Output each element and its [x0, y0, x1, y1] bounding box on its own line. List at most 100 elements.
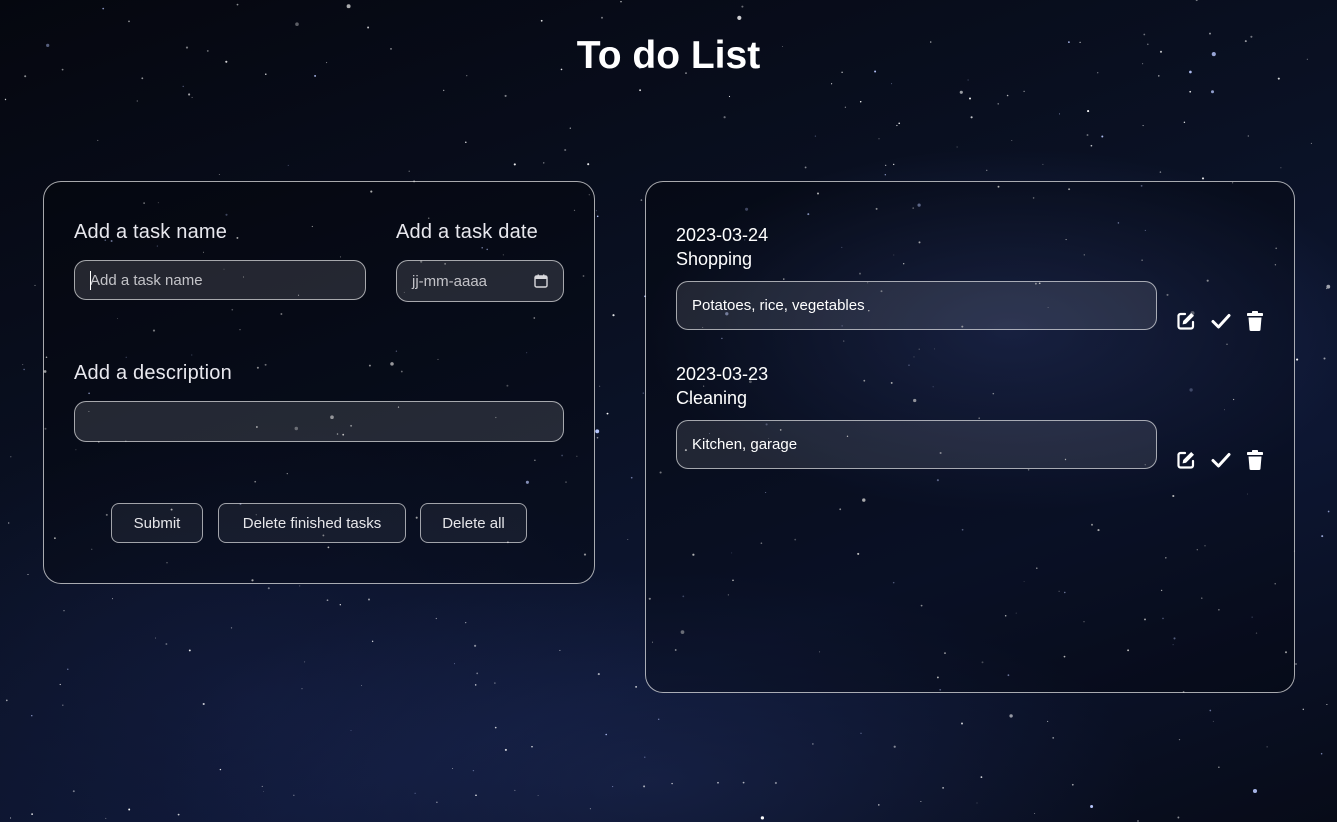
star	[267, 587, 270, 590]
add-task-form: Add a task name Add a task date jj-mm-aa…	[43, 181, 595, 584]
star	[967, 79, 969, 81]
star	[1209, 709, 1212, 712]
delete-finished-button[interactable]: Delete finished tasks	[218, 503, 406, 543]
star	[326, 599, 329, 602]
star	[465, 141, 467, 144]
star	[639, 89, 642, 92]
task-date-input[interactable]: jj-mm-aaaa	[396, 260, 564, 302]
star	[474, 684, 477, 686]
star	[97, 139, 99, 141]
star	[742, 781, 745, 784]
edit-icon[interactable]	[1175, 310, 1197, 332]
star	[1183, 121, 1186, 124]
star	[367, 26, 370, 29]
edit-icon[interactable]	[1175, 449, 1197, 471]
star	[188, 649, 191, 652]
star	[1090, 805, 1094, 808]
star	[812, 743, 814, 745]
task-name-input[interactable]	[74, 260, 366, 300]
star	[371, 640, 374, 643]
star	[643, 785, 646, 788]
star	[859, 100, 862, 103]
star	[414, 792, 416, 794]
star	[1266, 746, 1268, 748]
submit-button[interactable]: Submit	[111, 503, 203, 543]
trash-icon[interactable]	[1244, 449, 1266, 471]
star	[595, 429, 600, 434]
star	[1052, 737, 1055, 739]
star	[1142, 125, 1144, 127]
star	[287, 164, 289, 166]
star	[1006, 94, 1009, 97]
star	[128, 20, 130, 23]
star	[1009, 714, 1013, 718]
star	[236, 3, 239, 6]
star	[537, 795, 539, 796]
star	[559, 649, 561, 651]
date-placeholder: jj-mm-aaaa	[412, 272, 488, 290]
star	[1280, 167, 1282, 169]
star	[361, 685, 363, 687]
star	[301, 688, 303, 690]
description-textarea[interactable]	[74, 401, 564, 442]
star	[34, 284, 36, 286]
star	[569, 127, 571, 129]
star	[102, 7, 105, 10]
star	[893, 163, 895, 166]
star	[968, 97, 972, 100]
star	[893, 745, 896, 748]
star	[1189, 90, 1192, 93]
star	[961, 722, 963, 725]
star	[31, 813, 33, 815]
check-icon[interactable]	[1210, 449, 1232, 471]
star	[878, 138, 880, 140]
star	[741, 5, 744, 8]
delete-all-button[interactable]: Delete all	[420, 503, 527, 543]
trash-icon[interactable]	[1244, 310, 1266, 332]
star	[1326, 703, 1328, 706]
star	[1023, 90, 1025, 93]
star	[188, 93, 191, 96]
star	[1218, 766, 1220, 768]
star	[728, 95, 731, 98]
star	[22, 364, 24, 366]
star	[605, 733, 607, 736]
star	[612, 314, 615, 317]
star	[63, 610, 65, 612]
star	[970, 116, 973, 119]
star	[202, 702, 205, 706]
star	[1326, 284, 1331, 289]
star	[986, 169, 988, 171]
star	[597, 673, 600, 676]
star	[67, 668, 69, 670]
star	[10, 817, 12, 819]
star	[112, 598, 113, 600]
star	[8, 522, 10, 524]
star	[1159, 171, 1162, 173]
star	[435, 617, 437, 620]
star	[436, 801, 438, 804]
calendar-icon[interactable]	[534, 274, 548, 288]
star	[644, 756, 646, 758]
star	[671, 782, 673, 785]
star	[1177, 816, 1180, 819]
star	[717, 781, 719, 784]
star	[136, 100, 138, 102]
star	[475, 794, 477, 797]
star	[27, 573, 29, 576]
star	[956, 146, 958, 148]
page-title: To do List	[576, 34, 761, 77]
check-icon[interactable]	[1210, 310, 1232, 332]
star	[339, 604, 341, 606]
star	[128, 808, 131, 811]
star	[494, 726, 497, 729]
star	[1011, 140, 1013, 141]
star	[1201, 177, 1205, 180]
star	[31, 715, 33, 717]
star	[59, 683, 61, 686]
star	[920, 801, 922, 802]
star	[1327, 510, 1330, 513]
star	[263, 791, 264, 792]
star	[1059, 113, 1060, 115]
star	[295, 22, 299, 26]
